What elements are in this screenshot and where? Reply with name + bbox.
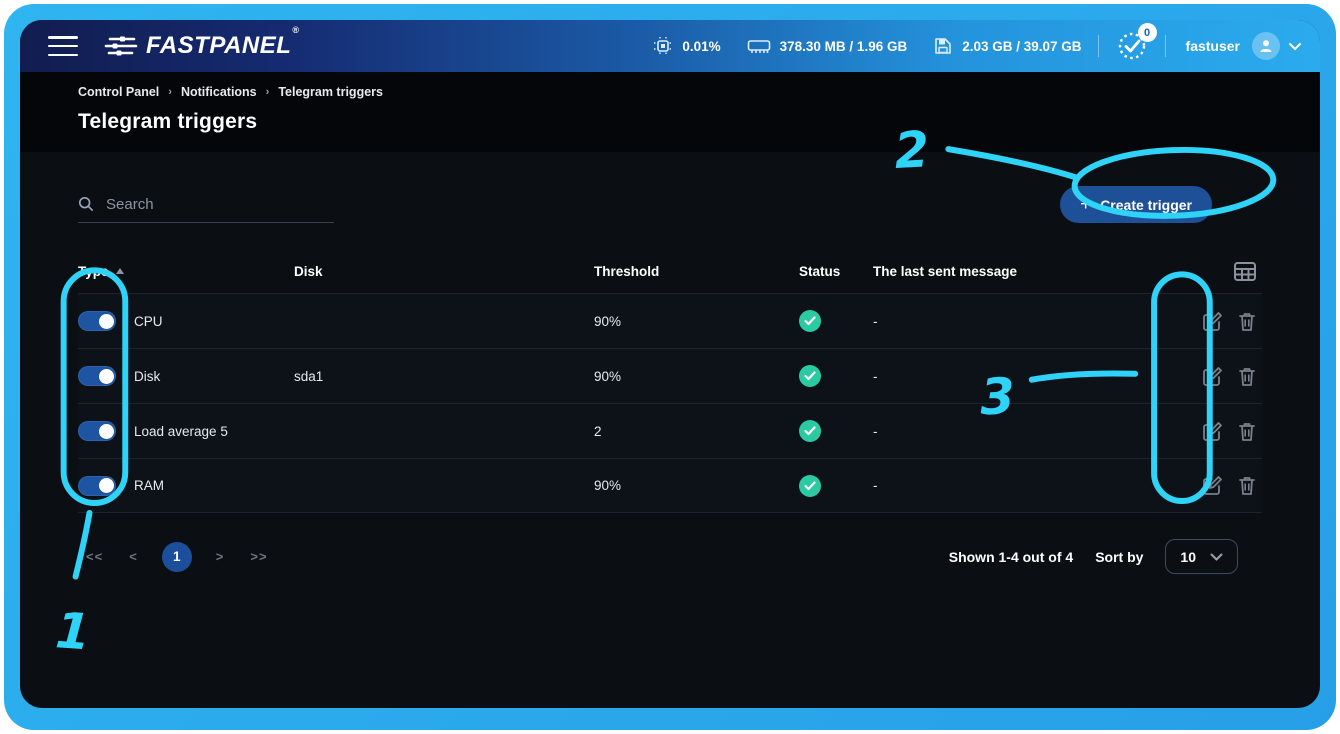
ram-stat: 378.30 MB / 1.96 GB	[747, 37, 908, 55]
pagination-next-button[interactable]: >	[208, 545, 233, 568]
username-label[interactable]: fastuser	[1186, 38, 1240, 54]
threshold-cell: 90%	[594, 314, 799, 329]
breadcrumb-separator: ›	[168, 86, 172, 98]
avatar[interactable]	[1252, 32, 1280, 60]
search-input[interactable]	[106, 196, 334, 213]
status-ok-icon	[799, 310, 821, 332]
column-settings[interactable]	[1176, 262, 1262, 281]
registered-mark: ®	[292, 25, 299, 35]
status-ok-icon	[799, 365, 821, 387]
column-header-disk[interactable]: Disk	[294, 264, 594, 279]
pagination: << < 1 > >>	[78, 542, 276, 572]
threshold-cell: 90%	[594, 478, 799, 493]
menu-icon[interactable]	[48, 36, 78, 56]
column-header-threshold[interactable]: Threshold	[594, 264, 799, 279]
column-header-last-message[interactable]: The last sent message	[873, 264, 1176, 279]
breadcrumb-notifications[interactable]: Notifications	[181, 85, 257, 99]
row-enable-toggle[interactable]	[78, 366, 116, 386]
user-menu-chevron-icon[interactable]	[1288, 42, 1302, 51]
create-trigger-button[interactable]: + Create trigger	[1060, 186, 1212, 223]
plus-icon: +	[1080, 195, 1091, 214]
topbar-divider	[1098, 35, 1099, 57]
search-box	[78, 195, 334, 223]
main-content: + Create trigger Type Disk Threshold Sta…	[20, 152, 1320, 574]
pagination-prev-button[interactable]: <	[121, 545, 146, 568]
trigger-type-label: RAM	[134, 478, 164, 493]
edit-button[interactable]	[1202, 421, 1223, 442]
table-footer: << < 1 > >> Shown 1-4 out of 4 Sort by 1…	[78, 539, 1262, 574]
pagination-first-button[interactable]: <<	[78, 545, 111, 568]
delete-button[interactable]	[1238, 366, 1256, 387]
trigger-type-label: Load average 5	[134, 424, 228, 439]
sort-asc-icon	[116, 268, 124, 274]
topbar-divider	[1165, 35, 1166, 57]
cpu-icon	[653, 36, 673, 56]
page-header: Control Panel › Notifications › Telegram…	[20, 72, 1320, 152]
threshold-cell: 2	[594, 424, 799, 439]
tasks-count-badge: 0	[1138, 23, 1157, 42]
edit-button[interactable]	[1202, 311, 1223, 332]
sort-by-label: Sort by	[1095, 549, 1143, 565]
ram-value: 378.30 MB / 1.96 GB	[780, 39, 908, 54]
chevron-down-icon	[1210, 553, 1223, 561]
disk-value: 2.03 GB / 39.07 GB	[962, 39, 1081, 54]
page-size-select[interactable]: 10	[1165, 539, 1238, 574]
table-columns-icon	[1234, 262, 1256, 281]
status-ok-icon	[799, 475, 821, 497]
shown-count-label: Shown 1-4 out of 4	[949, 549, 1073, 565]
column-header-status[interactable]: Status	[799, 264, 873, 279]
last-message-cell: -	[873, 314, 1176, 329]
delete-button[interactable]	[1238, 311, 1256, 332]
table-row: Disk sda1 90% -	[78, 348, 1262, 403]
last-message-cell: -	[873, 424, 1176, 439]
trigger-type-label: CPU	[134, 314, 163, 329]
row-enable-toggle[interactable]	[78, 311, 116, 331]
breadcrumb-separator: ›	[266, 86, 270, 98]
window-frame: FASTPANEL® 0.01%	[4, 4, 1336, 730]
last-message-cell: -	[873, 369, 1176, 384]
disk-cell: sda1	[294, 369, 594, 384]
breadcrumb-control-panel[interactable]: Control Panel	[78, 85, 159, 99]
top-bar: FASTPANEL® 0.01%	[20, 20, 1320, 72]
table-row: CPU 90% -	[78, 293, 1262, 348]
pagination-last-button[interactable]: >>	[242, 545, 275, 568]
row-enable-toggle[interactable]	[78, 476, 116, 496]
threshold-cell: 90%	[594, 369, 799, 384]
disk-icon	[933, 36, 953, 56]
cpu-value: 0.01%	[682, 39, 720, 54]
row-enable-toggle[interactable]	[78, 421, 116, 441]
ram-icon	[747, 37, 771, 55]
table-header-row: Type Disk Threshold Status The last sent…	[78, 249, 1262, 293]
logo-text: FASTPANEL®	[146, 32, 299, 60]
server-stats: 0.01% 378.30 MB / 1.96 GB	[653, 36, 1081, 56]
column-header-type[interactable]: Type	[78, 264, 294, 279]
table-row: RAM 90% -	[78, 458, 1262, 513]
app-window: FASTPANEL® 0.01%	[20, 20, 1320, 708]
cpu-stat: 0.01%	[653, 36, 720, 56]
trigger-type-label: Disk	[134, 369, 160, 384]
edit-button[interactable]	[1202, 475, 1223, 496]
logo[interactable]: FASTPANEL®	[104, 32, 299, 60]
triggers-table: Type Disk Threshold Status The last sent…	[78, 249, 1262, 513]
user-icon	[1258, 38, 1274, 54]
page-title: Telegram triggers	[78, 110, 1262, 134]
status-ok-icon	[799, 420, 821, 442]
edit-button[interactable]	[1202, 366, 1223, 387]
logo-equalizer-icon	[104, 35, 138, 57]
breadcrumb-telegram-triggers[interactable]: Telegram triggers	[278, 85, 383, 99]
table-row: Load average 5 2 -	[78, 403, 1262, 458]
breadcrumb: Control Panel › Notifications › Telegram…	[78, 85, 1262, 99]
disk-stat: 2.03 GB / 39.07 GB	[933, 36, 1081, 56]
pagination-current-page[interactable]: 1	[162, 542, 192, 572]
background-tasks-button[interactable]: 0	[1115, 29, 1149, 63]
last-message-cell: -	[873, 478, 1176, 493]
delete-button[interactable]	[1238, 421, 1256, 442]
delete-button[interactable]	[1238, 475, 1256, 496]
search-icon	[78, 195, 94, 213]
